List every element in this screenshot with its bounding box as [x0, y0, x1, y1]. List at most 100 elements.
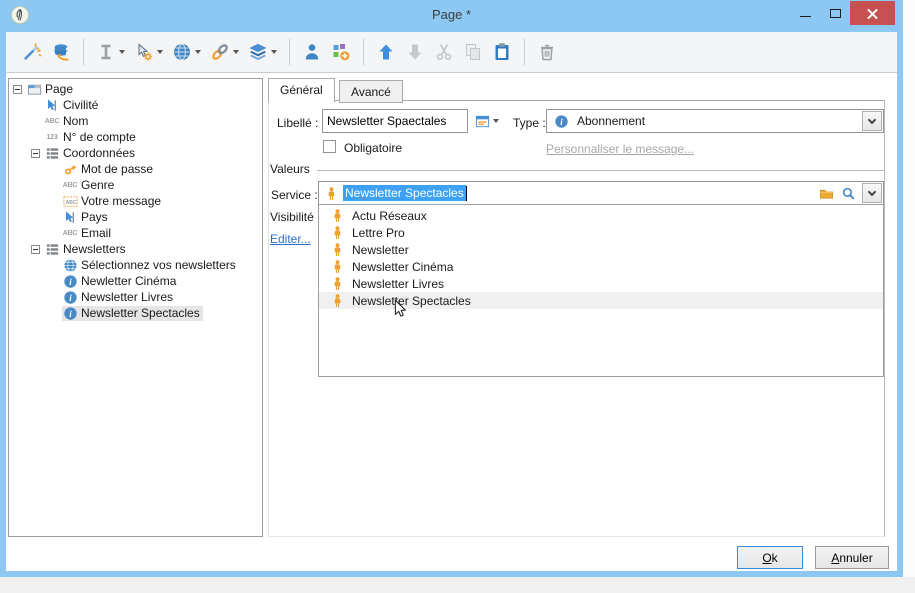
dropdown-item[interactable]: Newsletter Cinéma	[319, 258, 883, 275]
collapse-expander-icon[interactable]	[31, 244, 40, 254]
alignment-icon	[96, 42, 116, 62]
delete-button[interactable]	[537, 40, 557, 64]
tab[interactable]: Général	[268, 78, 335, 103]
tree-item[interactable]: 123 N° de compte	[9, 129, 262, 145]
type-combobox[interactable]: i Abonnement	[546, 109, 884, 133]
tree-item[interactable]: ABC Email	[9, 225, 262, 241]
layers-button[interactable]	[248, 40, 277, 64]
info-icon: i	[553, 113, 569, 129]
window-controls	[790, 1, 895, 25]
maximize-button[interactable]	[820, 1, 850, 25]
abc-icon: ABC	[62, 229, 78, 237]
dropdown-caret-icon[interactable]	[271, 50, 277, 54]
tree-item[interactable]: i Newsletter Spectacles	[9, 305, 262, 321]
tree-item[interactable]: i Newsletter Livres	[9, 289, 262, 305]
tree-item[interactable]: Newsletters	[9, 241, 262, 257]
page-element-tree: Page Civilité ABC Nom 123 N° de compte C…	[8, 78, 263, 537]
globe-small-icon	[62, 257, 78, 273]
service-person-icon	[329, 242, 345, 258]
dropdown-item[interactable]: Lettre Pro	[319, 224, 883, 241]
dropdown-caret-icon[interactable]	[195, 50, 201, 54]
copy-button[interactable]	[463, 40, 483, 64]
titlebar[interactable]: Page *	[0, 0, 903, 32]
add-control-button[interactable]	[331, 40, 351, 64]
tree-item[interactable]: Page	[9, 81, 262, 97]
cut-button[interactable]	[434, 40, 454, 64]
dialog-window: Page * Page Civilité ABC Nom 123 N° de c…	[0, 0, 903, 577]
libelle-input[interactable]	[322, 109, 468, 133]
folder-icon[interactable]	[818, 185, 834, 201]
textarea-icon: ABC	[62, 193, 78, 209]
tree-item-label: Page	[45, 82, 74, 96]
dropdown-caret-icon[interactable]	[157, 50, 163, 54]
tree-item[interactable]: ABC Genre	[9, 177, 262, 193]
tree-item[interactable]: Civilité	[9, 97, 262, 113]
control-settings-button[interactable]	[134, 40, 163, 64]
dropdown-caret-icon[interactable]	[119, 50, 125, 54]
tree-item[interactable]: ABC Nom	[9, 113, 262, 129]
tab-strip: Général Avancé	[268, 78, 404, 103]
tree-item[interactable]: ABC Votre message	[9, 193, 262, 209]
tree-item[interactable]: Mot de passe	[9, 161, 262, 177]
annuler-button[interactable]: Annuler	[815, 546, 889, 569]
tree-item-label: Sélectionnez vos newsletters	[81, 258, 236, 272]
service-combobox[interactable]: Newsletter Spectacles	[318, 181, 884, 205]
visibilite-label: Visibilité	[270, 210, 314, 224]
alignment-button[interactable]	[96, 40, 125, 64]
tree-item-label: Nom	[63, 114, 89, 128]
maximize-icon	[829, 8, 841, 18]
tree-item[interactable]: i Newletter Cinéma	[9, 273, 262, 289]
tree-item-label: Newsletter Livres	[81, 290, 174, 304]
dropdown-item[interactable]: Newsletter	[319, 241, 883, 258]
screen: Page * Page Civilité ABC Nom 123 N° de c…	[0, 0, 915, 593]
wizard-button[interactable]	[22, 40, 42, 64]
tree-item[interactable]: Sélectionnez vos newsletters	[9, 257, 262, 273]
dropdown-caret-icon[interactable]	[233, 50, 239, 54]
type-value: Abonnement	[577, 114, 646, 128]
personnaliser-message-link[interactable]: Personnaliser le message...	[546, 142, 694, 156]
tree-item[interactable]: Coordonnées	[9, 145, 262, 161]
tab[interactable]: Avancé	[339, 80, 403, 103]
abc-icon: ABC	[62, 181, 78, 189]
data-binding-button[interactable]	[51, 40, 71, 64]
service-dropdown-button[interactable]	[862, 183, 882, 203]
user-button[interactable]	[302, 40, 322, 64]
dropdown-item[interactable]: Newsletter Livres	[319, 275, 883, 292]
style-button[interactable]	[474, 113, 499, 129]
collapse-expander-icon[interactable]	[13, 84, 22, 94]
paste-button[interactable]	[492, 40, 512, 64]
tree-item-label: Civilité	[63, 98, 99, 112]
dropdown-item-label: Newsletter Cinéma	[352, 259, 454, 274]
ok-button[interactable]: Ok	[737, 546, 803, 569]
abc-icon: ABC	[44, 117, 60, 125]
tree-item[interactable]: Pays	[9, 209, 262, 225]
move-up-button[interactable]	[376, 40, 396, 64]
collapse-expander-icon[interactable]	[31, 148, 40, 158]
service-person-icon	[329, 208, 345, 224]
page-icon	[26, 81, 42, 97]
type-dropdown-button[interactable]	[862, 111, 882, 131]
service-label: Service :	[271, 188, 318, 202]
tree-item-label: Newsletter Spectacles	[81, 306, 200, 320]
tree-item-label: Genre	[81, 178, 115, 192]
web-options-icon	[172, 42, 192, 62]
delete-icon	[537, 42, 557, 62]
toolbar-separator	[363, 39, 364, 65]
desktop-background	[903, 0, 915, 577]
search-icon[interactable]	[840, 185, 856, 201]
data-binding-icon	[51, 42, 71, 62]
key-icon	[62, 161, 78, 177]
valeurs-label: Valeurs	[270, 162, 310, 176]
move-down-button[interactable]	[405, 40, 425, 64]
web-options-button[interactable]	[172, 40, 201, 64]
dropdown-item[interactable]: Actu Réseaux	[319, 207, 883, 224]
links-button[interactable]	[210, 40, 239, 64]
copy-icon	[463, 42, 483, 62]
service-person-icon	[329, 293, 345, 309]
chevron-down-icon	[867, 115, 877, 124]
minimize-button[interactable]	[790, 1, 820, 25]
editer-link[interactable]: Editer...	[270, 232, 311, 246]
type-label: Type :	[513, 116, 546, 130]
close-button[interactable]	[850, 1, 895, 25]
obligatoire-checkbox[interactable]	[323, 140, 336, 153]
